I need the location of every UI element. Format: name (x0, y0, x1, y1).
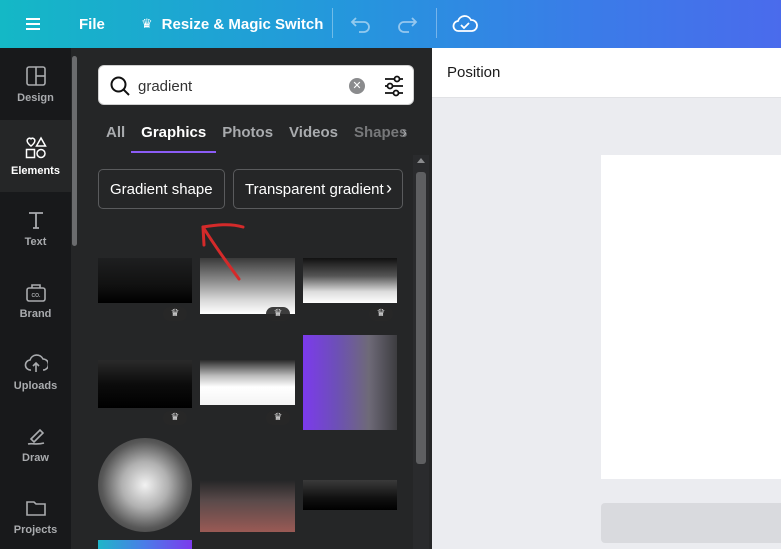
nav-label: Draw (22, 451, 49, 464)
clear-search-button[interactable]: ✕ (349, 78, 365, 94)
search-input[interactable] (138, 74, 338, 98)
tabs-scroll-right-icon[interactable]: › (402, 124, 407, 141)
panel-scrollbar[interactable] (72, 56, 77, 246)
premium-crown-icon: ♛ (369, 307, 393, 321)
result-tile[interactable] (200, 480, 295, 532)
svg-text:CO.: CO. (31, 293, 41, 299)
filter-icon[interactable] (384, 75, 404, 97)
result-tile[interactable] (98, 360, 192, 408)
redo-button[interactable] (396, 0, 418, 48)
toolbar-divider (332, 8, 333, 38)
menu-button[interactable] (24, 0, 46, 48)
design-icon (25, 65, 46, 86)
result-tile[interactable] (98, 540, 192, 549)
scroll-up-arrow-icon[interactable] (417, 158, 425, 163)
redo-icon (398, 17, 418, 33)
nav-text[interactable]: Text (0, 192, 71, 264)
tab-all[interactable]: All (106, 124, 125, 154)
side-navigation: Design Elements Text CO. Brand Uploads D… (0, 48, 71, 549)
nav-elements[interactable]: Elements (0, 120, 71, 192)
result-tile[interactable] (303, 480, 397, 510)
projects-icon (25, 500, 46, 516)
results-scrollbar-thumb[interactable] (416, 172, 426, 464)
tab-shapes[interactable]: Shapes (354, 124, 407, 154)
nav-design[interactable]: Design (0, 48, 71, 120)
top-toolbar: File ♛ Resize & Magic Switch (0, 0, 781, 48)
position-button[interactable]: Position (447, 64, 500, 81)
file-menu-button[interactable]: File (79, 0, 105, 48)
add-page-button[interactable] (601, 503, 781, 543)
nav-label: Brand (19, 307, 52, 320)
nav-projects[interactable]: Projects (0, 480, 71, 549)
menu-icon (26, 18, 40, 30)
result-tile[interactable] (303, 335, 397, 430)
uploads-icon (24, 353, 48, 372)
tab-graphics[interactable]: Graphics (131, 124, 217, 154)
text-icon (28, 211, 43, 229)
content-tabs: All Graphics Photos Videos Shapes (106, 124, 423, 154)
undo-button[interactable] (350, 0, 372, 48)
brand-icon: CO. (25, 283, 46, 302)
save-status-button[interactable] (452, 0, 478, 48)
toolbar-divider (436, 8, 437, 38)
result-tile[interactable] (98, 258, 192, 303)
crown-icon: ♛ (141, 16, 153, 31)
tab-videos[interactable]: Videos (289, 124, 338, 154)
close-icon: ✕ (352, 80, 362, 92)
nav-label: Design (17, 91, 54, 104)
design-page[interactable] (601, 155, 781, 479)
premium-crown-icon: ♛ (163, 411, 187, 425)
context-toolbar: Position (432, 48, 781, 98)
suggestion-chip-transparent-gradient[interactable]: Transparent gradient (233, 169, 403, 209)
nav-label: Elements (11, 164, 60, 177)
search-icon (110, 76, 130, 96)
annotation-arrow-icon (201, 223, 245, 281)
nav-label: Projects (13, 523, 58, 536)
result-tile[interactable] (200, 360, 295, 405)
nav-uploads[interactable]: Uploads (0, 336, 71, 408)
premium-crown-icon: ♛ (163, 307, 187, 321)
premium-crown-icon: ♛ (266, 411, 290, 425)
result-tile[interactable] (98, 438, 192, 532)
resize-magic-switch-button[interactable]: ♛ Resize & Magic Switch (141, 0, 323, 48)
undo-icon (350, 17, 370, 33)
cloud-saved-icon (452, 15, 478, 32)
resize-label: Resize & Magic Switch (161, 15, 324, 33)
search-box: ✕ (98, 65, 414, 105)
result-tile[interactable] (303, 258, 397, 303)
elements-icon (25, 135, 47, 158)
nav-label: Uploads (13, 379, 58, 392)
tab-photos[interactable]: Photos (222, 124, 273, 154)
suggestion-chip-gradient-shape[interactable]: Gradient shape (98, 169, 225, 209)
nav-draw[interactable]: Draw (0, 408, 71, 480)
draw-icon (27, 428, 44, 445)
premium-crown-icon: ♛ (266, 307, 290, 321)
chevron-right-icon[interactable]: › (386, 178, 392, 199)
nav-label: Text (24, 235, 47, 248)
nav-brand[interactable]: CO. Brand (0, 264, 71, 336)
